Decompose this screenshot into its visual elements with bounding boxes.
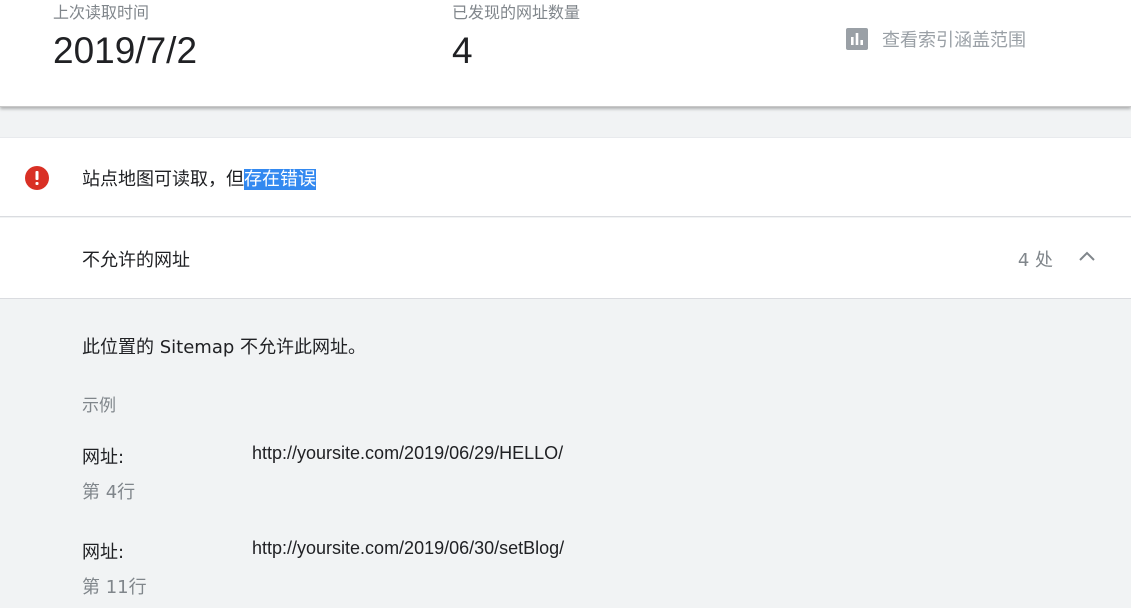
issue-details-panel: 此位置的 Sitemap 不允许此网址。 示例 网址: http://yours… — [0, 299, 1131, 598]
issue-disallowed-urls-header[interactable]: 不允许的网址 4 处 — [0, 218, 1131, 299]
examples-label: 示例 — [82, 396, 116, 416]
issue-title: 不允许的网址 — [82, 250, 190, 271]
view-index-coverage-link[interactable]: 查看索引涵盖范围 — [846, 27, 1026, 51]
status-text-prefix: 站点地图可读取，但 — [82, 169, 244, 190]
last-read-value: 2019/7/2 — [53, 30, 198, 71]
view-index-coverage-label: 查看索引涵盖范围 — [882, 30, 1026, 51]
sitemap-status-row: 站点地图可读取，但存在错误 — [0, 137, 1131, 217]
example-url-value[interactable]: http://yoursite.com/2019/06/29/HELLO/ — [252, 443, 563, 464]
discovered-urls-value: 4 — [452, 30, 473, 71]
last-read-label: 上次读取时间 — [53, 3, 150, 22]
example-item: 网址: http://yoursite.com/2019/06/30/setBl… — [82, 538, 1082, 608]
example-url-key: 网址: — [82, 542, 125, 563]
sitemap-status-text: 站点地图可读取，但存在错误 — [82, 165, 316, 191]
error-icon — [25, 166, 49, 190]
discovered-urls-label: 已发现的网址数量 — [452, 3, 581, 22]
example-line-number: 第 11行 — [82, 577, 147, 598]
issue-count: 4 处 — [1017, 250, 1053, 271]
chevron-up-icon[interactable] — [1078, 250, 1096, 262]
issue-description: 此位置的 Sitemap 不允许此网址。 — [82, 337, 366, 358]
example-url-key: 网址: — [82, 447, 125, 468]
status-text-selected: 存在错误 — [244, 169, 316, 190]
example-item: 网址: http://yoursite.com/2019/06/29/HELLO… — [82, 443, 1082, 513]
sitemap-stats-card: 上次读取时间 2019/7/2 已发现的网址数量 4 查看索引涵盖范围 — [0, 0, 1131, 107]
example-line-number: 第 4行 — [82, 482, 136, 503]
example-url-value[interactable]: http://yoursite.com/2019/06/30/setBlog/ — [252, 538, 564, 559]
bar-chart-icon — [846, 28, 868, 50]
